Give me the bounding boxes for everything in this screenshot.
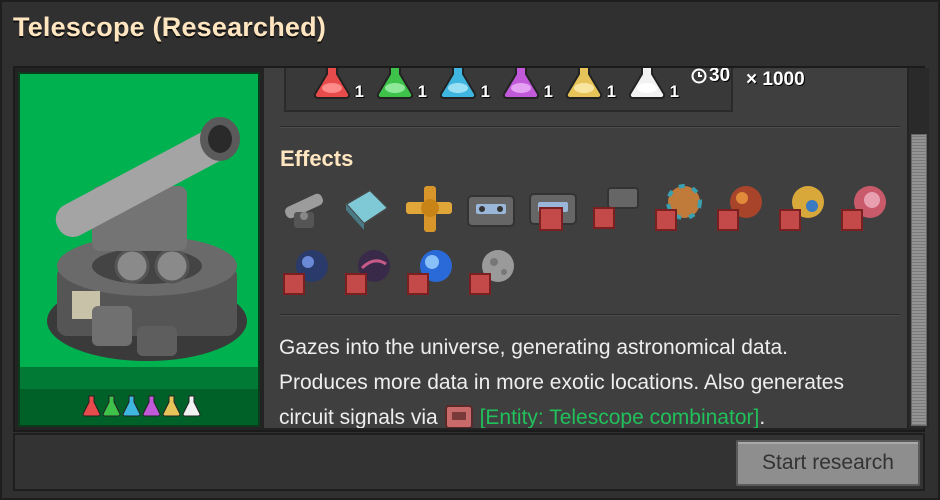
space-pack-icon bbox=[628, 68, 666, 99]
pack-count: 1 bbox=[543, 82, 553, 101]
production-pack-icon bbox=[565, 68, 603, 99]
cost-pack-military: 1 bbox=[438, 68, 490, 101]
entity-link[interactable]: [Entity: Telescope combinator] bbox=[480, 406, 760, 428]
planet-g-data-icon[interactable] bbox=[402, 246, 456, 300]
military-pack-icon bbox=[439, 68, 477, 99]
chemical-pack-icon bbox=[142, 395, 161, 417]
research-time-value: 30 bbox=[709, 68, 731, 86]
pack-count: 1 bbox=[354, 82, 364, 101]
logistic-pack-icon bbox=[376, 68, 414, 99]
clock-icon bbox=[691, 68, 707, 84]
planet-b-data-icon[interactable] bbox=[712, 182, 766, 236]
planet-f-data-icon[interactable] bbox=[340, 246, 394, 300]
research-multiplier: × 1000 bbox=[746, 69, 805, 90]
telescope-image bbox=[47, 117, 247, 361]
research-cost: 1 1 1 1 1 1 30 bbox=[284, 68, 733, 112]
cost-pack-chemical: 1 bbox=[501, 68, 553, 101]
description-line: Gazes into the universe, generating astr… bbox=[279, 336, 788, 359]
cost-pack-automation: 1 bbox=[312, 68, 364, 101]
tape-data-icon[interactable] bbox=[526, 182, 580, 236]
combinator-icon bbox=[444, 405, 473, 428]
cost-pack-space: 1 bbox=[627, 68, 679, 101]
chemical-pack-icon bbox=[502, 68, 540, 99]
automation-pack-icon bbox=[313, 68, 351, 99]
window-title: Telescope (Researched) bbox=[13, 12, 327, 42]
tech-card-icon[interactable] bbox=[340, 182, 394, 236]
research-time: 30 bbox=[691, 68, 730, 87]
pack-count: 1 bbox=[417, 82, 427, 101]
description-text: . bbox=[759, 406, 766, 428]
scrollbar-thumb[interactable] bbox=[911, 134, 927, 426]
space-pack-icon bbox=[182, 395, 201, 417]
pack-count: 1 bbox=[669, 82, 679, 101]
planet-c-data-icon[interactable] bbox=[774, 182, 828, 236]
card-science-packs bbox=[82, 395, 201, 417]
planet-a-data-icon[interactable] bbox=[650, 182, 704, 236]
tape-bits-icon[interactable] bbox=[588, 182, 642, 236]
military-pack-icon bbox=[122, 395, 141, 417]
automation-pack-icon bbox=[82, 395, 101, 417]
pack-count: 1 bbox=[606, 82, 616, 101]
technology-description: Gazes into the universe, generating astr… bbox=[279, 330, 899, 428]
scrollbar[interactable] bbox=[909, 68, 929, 428]
production-pack-icon bbox=[162, 395, 181, 417]
technology-card bbox=[18, 72, 260, 427]
description-line: circuit signals via [Entity: Telescope c… bbox=[279, 400, 899, 428]
telescope-icon[interactable] bbox=[278, 182, 332, 236]
planet-e-data-icon[interactable] bbox=[278, 246, 332, 300]
moon-icon[interactable] bbox=[464, 246, 518, 300]
description-text: circuit signals via bbox=[279, 406, 444, 428]
start-research-button[interactable]: Start research bbox=[736, 440, 920, 486]
planet-d-data-icon[interactable] bbox=[836, 182, 890, 236]
divider bbox=[280, 314, 900, 316]
cost-pack-production: 1 bbox=[564, 68, 616, 101]
research-details: 1 1 1 1 1 1 30 × 1000 Effects Gazes into… bbox=[264, 68, 907, 428]
pipe-cross-icon[interactable] bbox=[402, 182, 456, 236]
tape-icon[interactable] bbox=[464, 182, 518, 236]
cost-pack-logistic: 1 bbox=[375, 68, 427, 101]
pack-count: 1 bbox=[480, 82, 490, 101]
description-line: Produces more data in more exotic locati… bbox=[279, 371, 844, 394]
logistic-pack-icon bbox=[102, 395, 121, 417]
effects-heading: Effects bbox=[280, 146, 354, 171]
divider bbox=[280, 126, 900, 128]
